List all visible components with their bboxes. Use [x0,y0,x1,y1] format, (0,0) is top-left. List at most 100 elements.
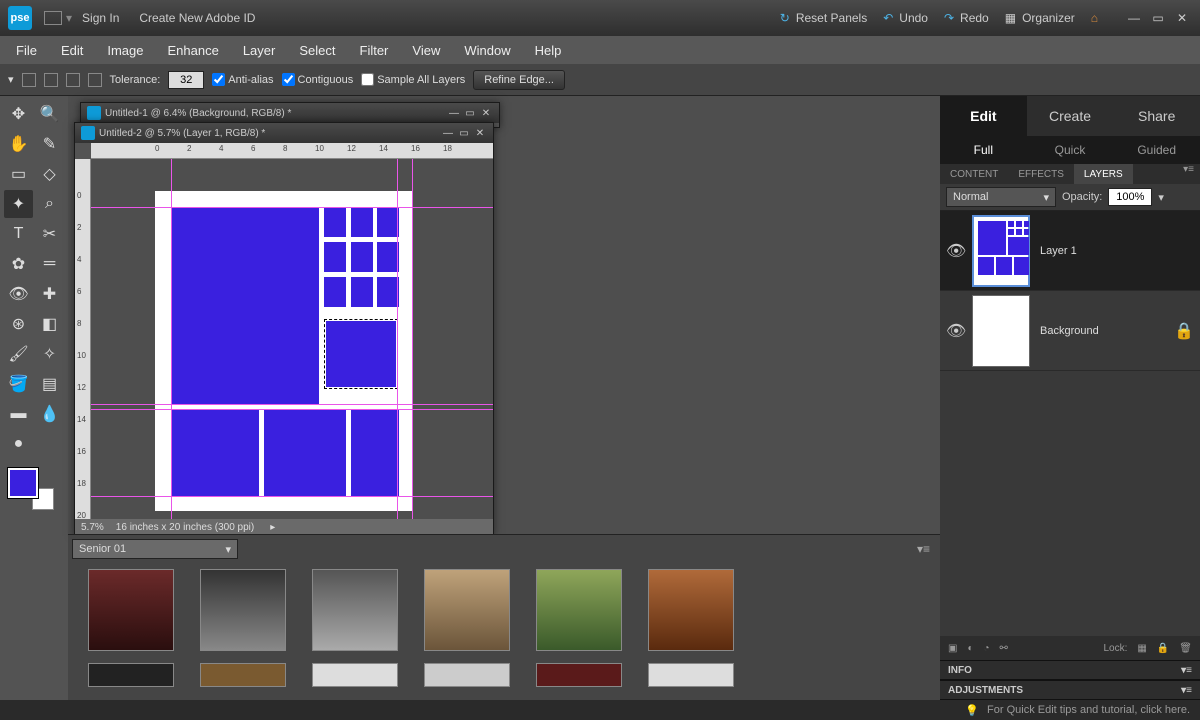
menu-edit[interactable]: Edit [49,43,95,58]
zoom-tool-icon[interactable]: 🔍 [35,100,64,128]
layer-row[interactable]: 👁 Background 🔒 [940,291,1200,371]
layer-thumbnail[interactable] [972,215,1030,287]
vertical-ruler[interactable]: 02468101214161820 [75,159,91,519]
visibility-eye-icon[interactable]: 👁 [946,241,962,261]
guide[interactable] [412,159,413,519]
subtract-selection-icon[interactable] [66,73,80,87]
guide[interactable] [91,409,493,410]
tab-edit[interactable]: Edit [940,96,1027,136]
add-selection-icon[interactable] [44,73,58,87]
menu-enhance[interactable]: Enhance [156,43,231,58]
tab-create[interactable]: Create [1027,96,1114,136]
chevron-down-icon[interactable]: ▾ [1158,191,1164,204]
info-panel-header[interactable]: INFO▾≡ [940,660,1200,680]
redeye-tool-icon[interactable]: 👁 [4,280,33,308]
bin-thumb[interactable] [648,569,734,651]
smart-brush-tool-icon[interactable]: ✧ [35,340,64,368]
marquee-tool-icon[interactable]: ▭ [4,160,33,188]
visibility-eye-icon[interactable]: 👁 [946,321,962,341]
layer-row[interactable]: 👁 Layer 1 [940,211,1200,291]
bin-thumb[interactable] [424,663,510,687]
sign-in-link[interactable]: Sign In [82,11,119,25]
blend-mode-select[interactable]: Normal▾ [946,187,1056,207]
layer-name[interactable]: Background [1040,325,1099,337]
menu-select[interactable]: Select [287,43,347,58]
guide[interactable] [91,207,493,208]
sponge-tool-icon[interactable]: ● [4,430,33,458]
subtab-full[interactable]: Full [940,136,1027,164]
menu-filter[interactable]: Filter [348,43,401,58]
color-swatches[interactable] [4,466,64,516]
bin-thumb[interactable] [424,569,510,651]
panel-tab-effects[interactable]: EFFECTS [1008,164,1074,184]
new-layer-icon[interactable]: ▣ [948,643,957,654]
bin-thumb[interactable] [200,663,286,687]
doc1-maximize-icon[interactable]: ▭ [463,107,477,119]
guide[interactable] [171,159,172,519]
create-adobe-id-link[interactable]: Create New Adobe ID [139,11,255,25]
menu-window[interactable]: Window [452,43,522,58]
lock-all-icon[interactable]: 🔒 [1157,643,1169,654]
sample-all-layers-checkbox[interactable]: Sample All Layers [361,73,465,86]
blur-tool-icon[interactable]: 💧 [35,400,64,428]
bin-thumb[interactable] [648,663,734,687]
close-icon[interactable]: ✕ [1172,10,1192,26]
doc2-close-icon[interactable]: ✕ [473,127,487,139]
magic-wand-tool-icon[interactable]: ✦ [4,190,33,218]
home-icon[interactable]: ⌂ [1091,11,1098,25]
subtab-quick[interactable]: Quick [1027,136,1114,164]
eraser-tool-icon[interactable]: ◧ [35,310,64,338]
foreground-color-swatch[interactable] [8,468,38,498]
arrange-docs-icon[interactable] [44,11,62,25]
panel-tab-layers[interactable]: LAYERS [1074,164,1133,184]
menu-layer[interactable]: Layer [231,43,288,58]
zoom-display[interactable]: 5.7% [81,522,104,533]
link-icon[interactable]: ⚯ [1000,643,1008,654]
guide[interactable] [91,496,493,497]
maximize-icon[interactable]: ▭ [1148,10,1168,26]
refine-edge-button[interactable]: Refine Edge... [473,70,565,90]
bin-set-select[interactable]: Senior 01▾ [72,539,238,559]
lasso-tool-icon[interactable]: ◇ [35,160,64,188]
bin-menu-icon[interactable]: ▾≡ [917,542,930,556]
healing-tool-icon[interactable]: ✚ [35,280,64,308]
lock-transparent-icon[interactable]: ▦ [1137,643,1146,654]
intersect-selection-icon[interactable] [88,73,102,87]
straighten-tool-icon[interactable]: ═ [35,250,64,278]
mask-icon[interactable]: ◔ [984,643,990,654]
bin-thumb[interactable] [312,569,398,651]
doc1-close-icon[interactable]: ✕ [479,107,493,119]
tab-share[interactable]: Share [1113,96,1200,136]
shape-tool-icon[interactable]: ▬ [4,400,33,428]
reset-panels-button[interactable]: ↻ Reset Panels [780,11,867,25]
bin-thumb[interactable] [536,569,622,651]
bin-thumb[interactable] [88,569,174,651]
new-selection-icon[interactable] [22,73,36,87]
status-tip[interactable]: For Quick Edit tips and tutorial, click … [987,704,1190,716]
panel-menu-icon[interactable]: ▾≡ [1183,164,1200,184]
redo-button[interactable]: ↷ Redo [944,11,989,25]
doc2-maximize-icon[interactable]: ▭ [457,127,471,139]
bucket-tool-icon[interactable]: 🪣 [4,370,33,398]
menu-help[interactable]: Help [523,43,574,58]
anti-alias-checkbox[interactable]: Anti-alias [212,73,273,86]
contiguous-checkbox[interactable]: Contiguous [282,73,354,86]
move-tool-icon[interactable]: ✥ [4,100,33,128]
brush-tool-icon[interactable]: 🖌 [4,340,33,368]
minimize-icon[interactable]: — [1124,10,1144,26]
doc1-minimize-icon[interactable]: — [447,107,461,119]
panel-tab-content[interactable]: CONTENT [940,164,1008,184]
bin-thumb[interactable] [536,663,622,687]
undo-button[interactable]: ↶ Undo [883,11,928,25]
cookie-cutter-tool-icon[interactable]: ✿ [4,250,33,278]
hand-tool-icon[interactable]: ✋ [4,130,33,158]
bin-thumb[interactable] [200,569,286,651]
gradient-tool-icon[interactable]: ▤ [35,370,64,398]
menu-image[interactable]: Image [95,43,155,58]
wand-tool-icon[interactable]: ▾ [8,73,14,86]
menu-file[interactable]: File [4,43,49,58]
guide[interactable] [397,159,398,519]
menu-view[interactable]: View [400,43,452,58]
canvas[interactable] [91,159,493,519]
subtab-guided[interactable]: Guided [1113,136,1200,164]
